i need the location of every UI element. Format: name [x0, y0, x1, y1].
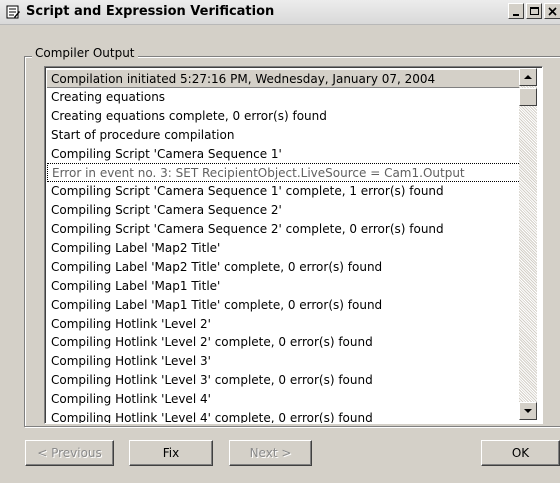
- window-title: Script and Expression Verification: [26, 4, 275, 19]
- compiler-output-label: Compiler Output: [32, 46, 138, 60]
- log-entry[interactable]: Compiling Label 'Map1 Title': [47, 277, 521, 296]
- log-entry[interactable]: Compiling Script 'Camera Sequence 1': [47, 145, 521, 164]
- scroll-up-button[interactable]: [519, 68, 537, 86]
- log-entry[interactable]: Compiling Hotlink 'Level 3' complete, 0 …: [47, 371, 521, 390]
- next-button[interactable]: Next >: [229, 440, 312, 466]
- close-button[interactable]: [544, 3, 560, 19]
- script-window-icon: [6, 5, 20, 19]
- log-entry[interactable]: Start of procedure compilation: [47, 126, 521, 145]
- log-entry[interactable]: Compiling Label 'Map2 Title' complete, 0…: [47, 258, 521, 277]
- title-bar: Script and Expression Verification: [0, 0, 560, 25]
- close-icon: [548, 7, 557, 16]
- log-rows: Compilation initiated 5:27:16 PM, Wednes…: [47, 69, 521, 423]
- maximize-button[interactable]: [526, 3, 542, 19]
- previous-button[interactable]: < Previous: [25, 440, 114, 466]
- error-log-entry[interactable]: Error in event no. 3: SET RecipientObjec…: [47, 163, 521, 183]
- minimize-button[interactable]: [508, 3, 524, 19]
- log-entry[interactable]: Compiling Label 'Map2 Title': [47, 239, 521, 258]
- log-entry[interactable]: Compiling Script 'Camera Sequence 1' com…: [47, 182, 521, 201]
- fix-button[interactable]: Fix: [129, 440, 213, 466]
- log-entry[interactable]: Compiling Script 'Camera Sequence 2': [47, 201, 521, 220]
- log-entry[interactable]: Compiling Hotlink 'Level 2' complete, 0 …: [47, 333, 521, 352]
- maximize-icon: [530, 7, 539, 15]
- scroll-thumb[interactable]: [519, 88, 537, 106]
- log-entry[interactable]: Compiling Hotlink 'Level 4' complete, 0 …: [47, 409, 521, 423]
- log-entry[interactable]: Compiling Script 'Camera Sequence 2' com…: [47, 220, 521, 239]
- log-entry[interactable]: Compilation initiated 5:27:16 PM, Wednes…: [47, 69, 521, 88]
- arrow-down-icon: [524, 409, 532, 413]
- minimize-icon: [513, 14, 519, 16]
- ok-button[interactable]: OK: [481, 440, 560, 466]
- log-entry[interactable]: Creating equations: [47, 88, 521, 107]
- compiler-output-list[interactable]: Compilation initiated 5:27:16 PM, Wednes…: [44, 66, 543, 424]
- vertical-scrollbar[interactable]: [519, 68, 537, 420]
- arrow-up-icon: [524, 75, 532, 79]
- log-entry[interactable]: Compiling Label 'Map1 Title' complete, 0…: [47, 296, 521, 315]
- log-entry[interactable]: Compiling Hotlink 'Level 4': [47, 390, 521, 409]
- scroll-down-button[interactable]: [519, 402, 537, 420]
- log-entry[interactable]: Compiling Hotlink 'Level 2': [47, 315, 521, 334]
- log-entry[interactable]: Compiling Hotlink 'Level 3': [47, 352, 521, 371]
- log-entry[interactable]: Creating equations complete, 0 error(s) …: [47, 107, 521, 126]
